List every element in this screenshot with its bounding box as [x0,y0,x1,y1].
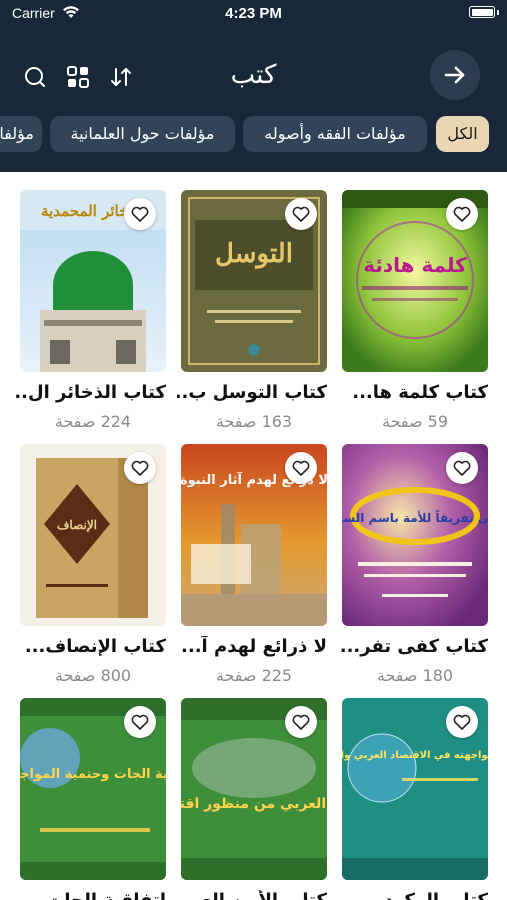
book-title: لا ذرائع لهدم آ... [181,636,327,657]
book-pages: 224 صفحة [54,412,132,431]
favorite-button[interactable] [446,452,478,484]
book-title: كتاب التوسل ب... [177,382,327,403]
back-button[interactable] [430,50,480,100]
book-pages: 163 صفحة [215,412,293,431]
favorite-button[interactable] [124,198,156,230]
clock: 4:23 PM [225,5,282,22]
heart-icon [292,460,310,476]
book-title: كتاب الإنصاف... [24,636,166,657]
favorite-button[interactable] [285,198,317,230]
arrow-right-icon [444,66,465,84]
book-title: كتاب كلمة ها... [352,382,488,403]
category-label: مؤلفات حول العلمانية [70,124,215,143]
heart-icon [131,714,149,730]
battery-cap [497,10,499,15]
category-all[interactable]: الكل [436,116,489,152]
cover-title: الأمن العربي من منظور اقتصادي [181,795,327,813]
cover-title: كفى تفريقاً للأمة باسم السلف [342,509,488,525]
category-more[interactable]: مؤلفا [0,116,42,152]
heart-icon [453,460,471,476]
book-title: كتاب الأمن العربي... [177,890,327,900]
favorite-button[interactable] [285,452,317,484]
cover-title: كلمة هادئة [363,253,467,277]
heart-icon [131,206,149,222]
cover-title: اتفاقية الجات وحتمية المواجهة [20,767,166,782]
favorite-button[interactable] [124,706,156,738]
category-fiqh[interactable]: مؤلفات الفقه وأصوله [243,116,427,152]
book-title: كتاب الذخائر ال... [16,382,166,403]
book-pages: 225 صفحة [215,666,293,685]
books-grid: كلمة هادئة كتاب كلمة ها... 59 صفحة التوس… [0,172,507,900]
favorite-button[interactable] [124,452,156,484]
heart-icon [131,460,149,476]
book-pages: 800 صفحة [54,666,132,685]
cover-title: الإنصاف [57,518,97,533]
favorite-button[interactable] [446,706,478,738]
favorite-button[interactable] [446,198,478,230]
book-title: كتاب الركود... [338,890,488,900]
heart-icon [453,206,471,222]
book-pages: 180 صفحة [376,666,454,685]
category-label: مؤلفا [0,124,34,143]
category-label: الكل [447,124,478,143]
category-tabs: الكل مؤلفات الفقه وأصوله مؤلفات حول العل… [0,116,507,154]
favorite-button[interactable] [285,706,317,738]
category-secularism[interactable]: مؤلفات حول العلمانية [50,116,235,152]
book-title: اتفاقية الجات... [16,890,166,900]
book-pages: 59 صفحة [381,412,449,431]
cover-title: التوسل [215,239,293,269]
cover-title: الركود وسبل مواجهته في الاقتصاد العربي و… [342,750,488,761]
heart-icon [453,714,471,730]
category-label: مؤلفات الفقه وأصوله [264,124,406,143]
header: Carrier 4:23 PM كتب الكل مؤلفات الفقه وأ… [0,0,507,172]
heart-icon [292,714,310,730]
book-title: كتاب كفى تفر... [339,636,488,657]
status-bar: Carrier 4:23 PM [0,0,507,30]
battery-icon [469,6,495,18]
heart-icon [292,206,310,222]
app: Carrier 4:23 PM كتب الكل مؤلفات الفقه وأ… [0,0,507,900]
